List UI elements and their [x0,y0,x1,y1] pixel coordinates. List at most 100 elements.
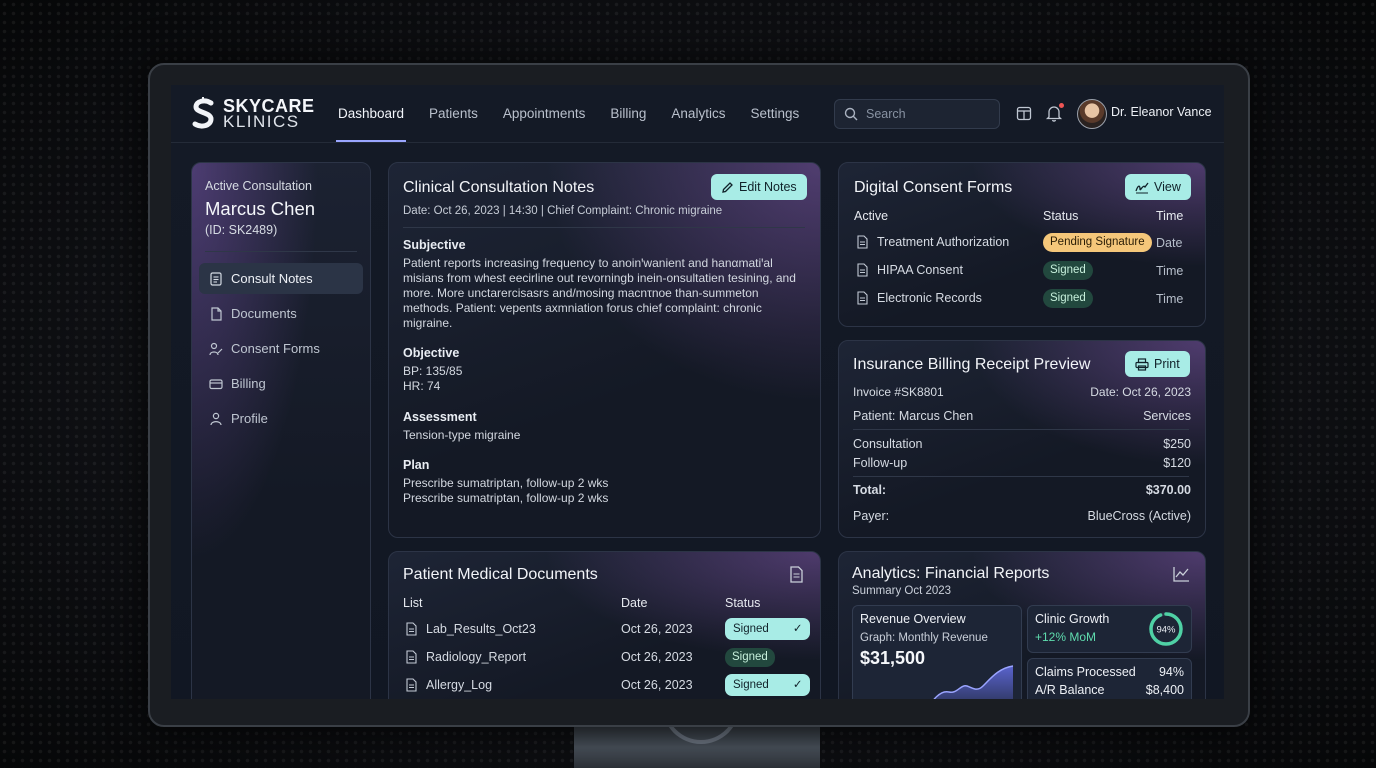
payer-label: Payer: [853,509,890,523]
growth-ring-label: 94% [1156,625,1176,636]
file-icon[interactable] [789,566,804,588]
consent-header-time: Time [1156,209,1184,223]
claims-value: 94% [1158,665,1184,679]
ar-value: $8,400 [1145,683,1184,697]
document-name: Radiology_Report [426,650,527,664]
consent-row[interactable]: Electronic Records [856,291,982,305]
status-badge: Signed [1043,289,1093,308]
analytics-title: Analytics: Financial Reports [852,565,1050,582]
status-badge-label: Signed [733,623,769,635]
billing-divider [853,429,1189,430]
calendar-icon[interactable] [1015,104,1033,122]
nav-appointments[interactable]: Appointments [501,85,588,142]
consent-time: Time [1156,264,1184,278]
status-badge: Signed ✓ [725,674,811,696]
documents-header-list: List [403,596,423,610]
objective-heading: Objective [403,346,460,360]
app-screen: SKYCARE KLINICS Dashboard Patients Appoi… [171,85,1224,699]
document-name: Lab_Results_Oct23 [426,622,536,636]
consent-status: Signed [1043,289,1093,308]
sidebar-item-label: Billing [231,376,266,391]
document-row[interactable]: Allergy_Log [405,678,492,692]
clinic-growth-panel[interactable]: Clinic Growth +12% MoM 94% [1027,605,1192,653]
sidebar-item-profile[interactable]: Profile [199,403,363,434]
print-button[interactable]: Print [1125,351,1190,377]
document-name: Allergy_Log [426,678,493,692]
billing-patient: Patient: Marcus Chen [853,409,974,423]
billing-title: Insurance Billing Receipt Preview [853,356,1091,373]
status-badge: Pending Signature [1043,233,1152,252]
analytics-subtitle: Summary Oct 2023 [852,585,952,597]
nav-analytics[interactable]: Analytics [669,85,727,142]
billing-receipt-card: Insurance Billing Receipt Preview Print … [838,340,1206,538]
subjective-line: misians from whest eecirline out revorni… [403,271,796,285]
documents-title: Patient Medical Documents [403,566,598,583]
patient-name: Marcus Chen [205,198,316,219]
logo-mark-icon [192,97,214,129]
subjective-line: Patient reports increasing frequency to … [403,256,773,270]
plan-line: Prescribe sumatriptan, follow-up 2 wks [403,476,609,490]
document-status: Signed [725,648,775,667]
view-consent-label: View [1154,180,1181,194]
document-row[interactable]: Radiology_Report [405,650,526,664]
status-badge: Signed [1043,261,1093,280]
growth-delta: +12% MoM [1035,630,1097,644]
sidebar-item-billing[interactable]: Billing [199,368,363,399]
context-label: Active Consultation [205,179,313,193]
billing-line-label: Follow-up [853,456,908,470]
status-badge: Signed ✓ [725,618,811,640]
consent-header-active: Active [854,209,889,223]
search-input[interactable] [864,106,988,122]
user-name[interactable]: Dr. Eleanor Vance [1111,105,1212,119]
nav-billing[interactable]: Billing [608,85,648,142]
sidebar-item-documents[interactable]: Documents [199,298,363,329]
sidebar-item-label: Documents [231,306,297,321]
total-label: Total: [853,483,887,497]
nav-patients[interactable]: Patients [427,85,480,142]
line-chart-icon[interactable] [1173,566,1190,587]
assessment-heading: Assessment [403,410,477,424]
view-consent-button[interactable]: View [1125,174,1191,200]
document-date: Oct 26, 2023 [621,622,693,636]
avatar[interactable] [1077,99,1107,129]
analytics-card: Analytics: Financial Reports Summary Oct… [838,551,1206,699]
bell-icon[interactable] [1045,103,1064,122]
billing-line-label: Consultation [853,437,923,451]
consent-name: HIPAA Consent [877,263,963,277]
signature-icon [1135,182,1149,193]
document-icon [857,263,868,277]
check-icon: ✓ [792,623,803,635]
plan-heading: Plan [403,458,430,472]
total-amount: $370.00 [1145,483,1191,497]
consent-row[interactable]: HIPAA Consent [856,263,963,277]
patient-documents-card: Patient Medical Documents List Date Stat… [388,551,821,699]
document-row[interactable]: Lab_Results_Oct23 [405,622,536,636]
revenue-overview-panel[interactable]: Revenue Overview Graph: Monthly Revenue … [852,605,1022,699]
growth-title: Clinic Growth [1035,612,1110,626]
consent-row[interactable]: Treatment Authorization [856,235,1009,249]
billing-line-amount: $250 [1163,437,1191,451]
consent-time: Date [1156,236,1183,250]
nav-settings[interactable]: Settings [748,85,801,142]
documents-header-date: Date [621,596,648,610]
edit-notes-label: Edit Notes [739,180,797,194]
search-box[interactable] [834,99,1000,129]
sidebar-item-consult-notes[interactable]: Consult Notes [199,263,363,294]
status-badge: Signed [725,648,775,667]
subjective-line: methods. Patient: vepents axmniation for… [403,301,762,315]
brand-logo[interactable]: SKYCARE KLINICS [191,97,315,131]
claims-panel[interactable]: Claims Processed 94% A/R Balance $8,400 [1027,658,1192,699]
consent-status: Signed [1043,261,1093,280]
notes-meta: Date: Oct 26, 2023 | 14:30 | Chief Compl… [403,205,723,217]
edit-notes-button[interactable]: Edit Notes [711,174,807,200]
document-icon [857,235,868,249]
consent-forms-card: Digital Consent Forms View Active Status… [838,162,1206,327]
document-icon [857,291,868,305]
consent-name: Electronic Records [877,291,982,305]
sidebar-item-consent-forms[interactable]: Consent Forms [199,333,363,364]
ar-label: A/R Balance [1035,683,1105,697]
consent-title: Digital Consent Forms [854,179,1013,196]
document-date: Oct 26, 2023 [621,678,693,692]
nav-dashboard[interactable]: Dashboard [336,85,407,142]
notes-divider [403,227,805,228]
